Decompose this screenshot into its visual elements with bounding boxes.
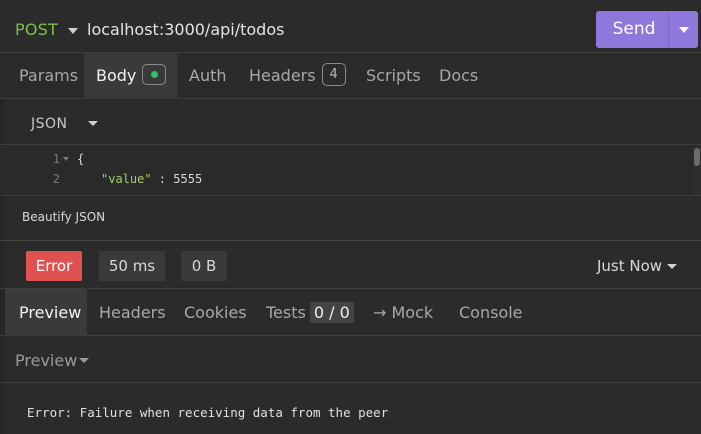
body-type-bar: JSON (0, 100, 701, 145)
tab-label: Headers (99, 303, 166, 322)
tab-mock[interactable]: → Mock (373, 289, 433, 336)
editor-scroll-thumb[interactable] (694, 148, 700, 166)
tab-cookies[interactable]: Cookies (184, 289, 247, 336)
line-number: 1 (52, 152, 60, 166)
tab-label: Console (459, 303, 523, 322)
chevron-down-icon[interactable] (88, 121, 98, 126)
tab-label: Params (19, 66, 79, 85)
response-size: 0 B (181, 251, 227, 281)
history-select[interactable]: Just Now (597, 257, 662, 275)
tab-label: Preview (19, 303, 82, 322)
send-button[interactable]: Send (596, 11, 698, 48)
response-status-bar: Error 50 ms 0 B Just Now (0, 242, 701, 289)
chevron-down-icon[interactable] (667, 264, 677, 269)
response-error-message: Error: Failure when receiving data from … (27, 405, 389, 420)
send-button-label[interactable]: Send (596, 11, 672, 48)
line-number: 2 (52, 172, 60, 186)
url-input[interactable]: localhost:3000/api/todos (87, 20, 284, 39)
tab-scripts[interactable]: Scripts (366, 53, 421, 99)
tab-headers[interactable]: Headers 4 (249, 53, 346, 99)
tab-body[interactable]: Body (84, 53, 177, 99)
tab-response-headers[interactable]: Headers (99, 289, 166, 336)
beautify-bar: Beautify JSON (0, 196, 701, 241)
tab-label: Body (96, 66, 137, 85)
tab-label: Scripts (366, 66, 421, 85)
active-dot-icon (142, 64, 167, 85)
tab-label: Tests (266, 303, 306, 322)
code-line: { (77, 152, 85, 166)
response-time: 50 ms (99, 251, 165, 281)
chevron-down-icon[interactable] (68, 28, 78, 34)
headers-count-badge: 4 (321, 63, 346, 86)
status-badge: Error (26, 251, 82, 281)
url-bar: POST localhost:3000/api/todos Send (0, 0, 701, 53)
tab-docs[interactable]: Docs (439, 53, 478, 99)
tab-label: Cookies (184, 303, 247, 322)
chevron-down-icon[interactable] (679, 27, 689, 33)
body-editor[interactable]: 1 { 2 "value" : 5555 (0, 146, 701, 196)
tab-tests[interactable]: Tests 0 / 0 (266, 289, 354, 336)
request-tabs: Params Body Auth Headers 4 Scripts Docs (0, 53, 701, 99)
body-type-select[interactable]: JSON (31, 116, 68, 132)
json-separator: : (151, 172, 174, 186)
tab-console[interactable]: Console (459, 289, 523, 336)
json-value: 5555 (173, 172, 203, 186)
beautify-json-button[interactable]: Beautify JSON (22, 210, 105, 224)
tab-label: Docs (439, 66, 479, 85)
tab-params[interactable]: Params (19, 53, 78, 99)
tab-preview[interactable]: Preview (5, 289, 87, 336)
chevron-down-icon[interactable] (79, 358, 89, 363)
send-divider (668, 11, 669, 48)
code-line: "value" : 5555 (101, 172, 202, 186)
tab-label: → Mock (373, 303, 434, 322)
tests-count-badge: 0 / 0 (309, 302, 354, 323)
fold-arrow-icon[interactable] (63, 157, 69, 161)
json-key: "value" (101, 172, 152, 186)
preview-mode-select[interactable]: Preview (15, 351, 77, 370)
preview-mode-bar: Preview (0, 336, 701, 383)
tab-label: Headers (249, 66, 316, 85)
method-select[interactable]: POST (15, 20, 58, 39)
tab-auth[interactable]: Auth (189, 53, 227, 99)
tab-label: Auth (189, 66, 227, 85)
response-tabs: Preview Headers Cookies Tests 0 / 0 → Moc… (0, 289, 701, 336)
